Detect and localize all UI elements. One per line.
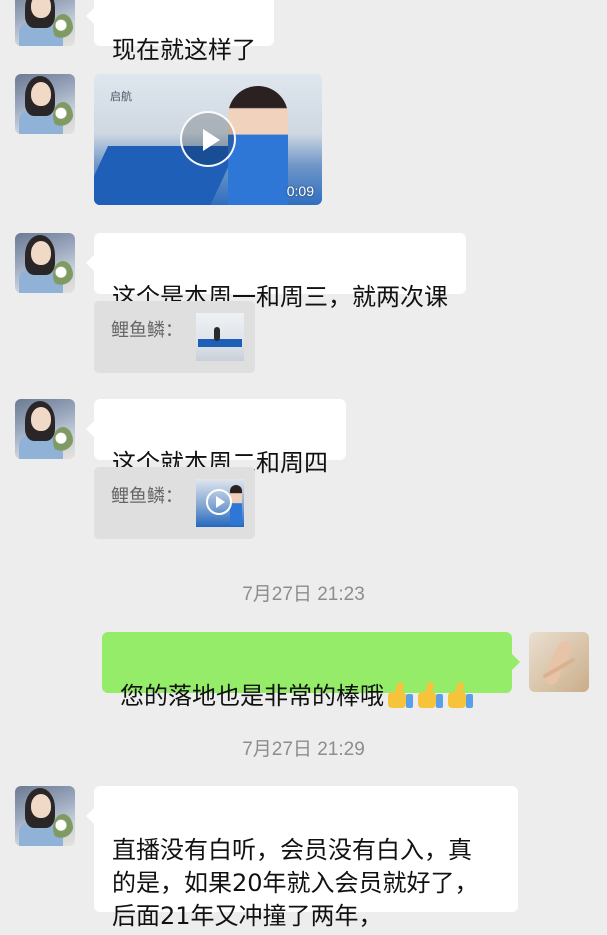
- message-text: 您的落地也是非常的棒哦: [120, 682, 384, 710]
- message-bubble-3[interactable]: 这个就本周二和周四: [86, 399, 346, 477]
- video-watermark: 启航: [110, 90, 132, 103]
- contact-avatar[interactable]: [15, 399, 75, 459]
- contact-avatar[interactable]: [15, 786, 75, 846]
- contact-avatar[interactable]: [15, 233, 75, 293]
- message-bubble-2[interactable]: 这个是本周一和周三，就两次课: [86, 233, 466, 311]
- play-icon: [206, 489, 232, 515]
- my-avatar[interactable]: [529, 632, 589, 692]
- message-text: 直播没有白听，会员没有白入，真 的是，如果20年就入会员就好了， 后面21年又冲…: [112, 836, 479, 930]
- quote-sender: 鲤鱼鳞：: [111, 320, 183, 341]
- video-message[interactable]: 启航 0:09: [94, 74, 322, 205]
- video-duration: 0:09: [286, 183, 314, 199]
- chat-timestamp: 7月27日 21:23: [242, 584, 365, 605]
- message-bubble-4[interactable]: 直播没有白听，会员没有白入，真 的是，如果20年就入会员就好了， 后面21年又冲…: [86, 786, 518, 930]
- quoted-message[interactable]: 鲤鱼鳞：: [94, 301, 255, 373]
- play-icon[interactable]: [180, 111, 236, 167]
- contact-avatar[interactable]: [15, 74, 75, 134]
- quote-image-thumbnail[interactable]: [196, 313, 244, 361]
- thumbs-up-icon: [386, 682, 414, 708]
- message-text: 现在就这样了: [112, 36, 256, 64]
- quoted-message[interactable]: 鲤鱼鳞：: [94, 467, 255, 539]
- message-bubble-1[interactable]: 现在就这样了: [86, 0, 274, 64]
- thumbs-up-icon: [416, 682, 444, 708]
- chat-timestamp: 7月27日 21:29: [242, 739, 365, 760]
- quote-video-thumbnail[interactable]: [196, 479, 244, 527]
- quote-sender: 鲤鱼鳞：: [111, 486, 183, 507]
- message-bubble-outgoing[interactable]: 您的落地也是非常的棒哦: [102, 632, 520, 710]
- contact-avatar[interactable]: [15, 0, 75, 46]
- thumbs-up-icon: [446, 682, 474, 708]
